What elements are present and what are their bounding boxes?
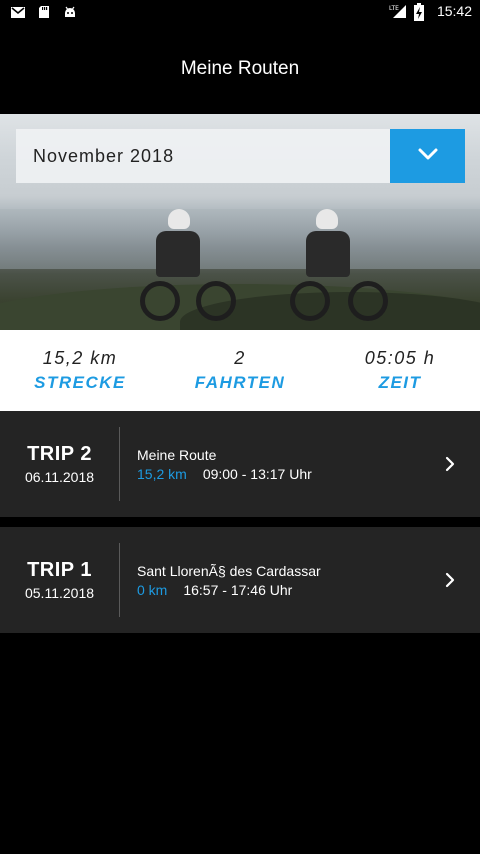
stats-panel: 15,2 km STRECKE 2 FAHRTEN 05:05 h ZEIT [0, 330, 480, 411]
gmail-icon [10, 4, 26, 20]
page-title: Meine Routen [180, 58, 300, 79]
chevron-right-icon[interactable] [420, 456, 480, 472]
trip-distance: 0 km [137, 581, 168, 598]
dropdown-button[interactable] [390, 129, 465, 183]
trip-date: 06.11.2018 [24, 469, 95, 485]
stat-rides: 2 FAHRTEN [160, 330, 320, 411]
trip-item[interactable]: TRIP 2 06.11.2018 Meine Route 15,2 km 09… [0, 411, 480, 517]
trip-item[interactable]: TRIP 1 05.11.2018 Sant LlorenÃ§ des Card… [0, 527, 480, 633]
stat-value: 05:05 h [364, 348, 436, 368]
stat-label: FAHRTEN [194, 373, 286, 392]
trip-time: 16:57 - 17:46 Uhr [183, 581, 293, 598]
trip-distance: 15,2 km [137, 465, 187, 482]
battery-charging-icon [413, 3, 429, 21]
trip-date: 05.11.2018 [24, 585, 95, 601]
lte-signal-icon: LTE [389, 3, 406, 19]
stat-value: 2 [234, 348, 246, 368]
month-value[interactable]: November 2018 [16, 129, 390, 183]
stat-label: STRECKE [34, 373, 126, 392]
status-bar: LTE 15:42 [0, 0, 480, 24]
trip-route: Meine Route [137, 446, 217, 463]
trip-name: TRIP 2 [27, 443, 92, 465]
sd-card-icon [36, 4, 52, 20]
month-dropdown[interactable]: November 2018 [16, 129, 465, 183]
android-icon [62, 4, 78, 20]
stat-time: 05:05 h ZEIT [320, 330, 480, 411]
app-bar: Meine Routen [0, 24, 480, 114]
svg-text:LTE: LTE [389, 5, 399, 12]
trip-details: Meine Route 15,2 km 09:00 - 13:17 Uhr [120, 447, 420, 482]
trip-header: TRIP 1 05.11.2018 [0, 543, 120, 617]
stat-value: 15,2 km [42, 348, 118, 368]
trip-header: TRIP 2 06.11.2018 [0, 427, 120, 501]
stat-label: ZEIT [378, 373, 422, 392]
trip-details: Sant LlorenÃ§ des Cardassar 0 km 16:57 -… [120, 563, 420, 598]
chevron-down-icon [417, 147, 439, 166]
chevron-right-icon[interactable] [420, 572, 480, 588]
trip-route: Sant LlorenÃ§ des Cardassar [137, 562, 321, 579]
clock: 15:42 [436, 3, 472, 19]
stat-distance: 15,2 km STRECKE [0, 330, 160, 411]
trip-time: 09:00 - 13:17 Uhr [202, 465, 312, 482]
trip-name: TRIP 1 [27, 559, 92, 581]
